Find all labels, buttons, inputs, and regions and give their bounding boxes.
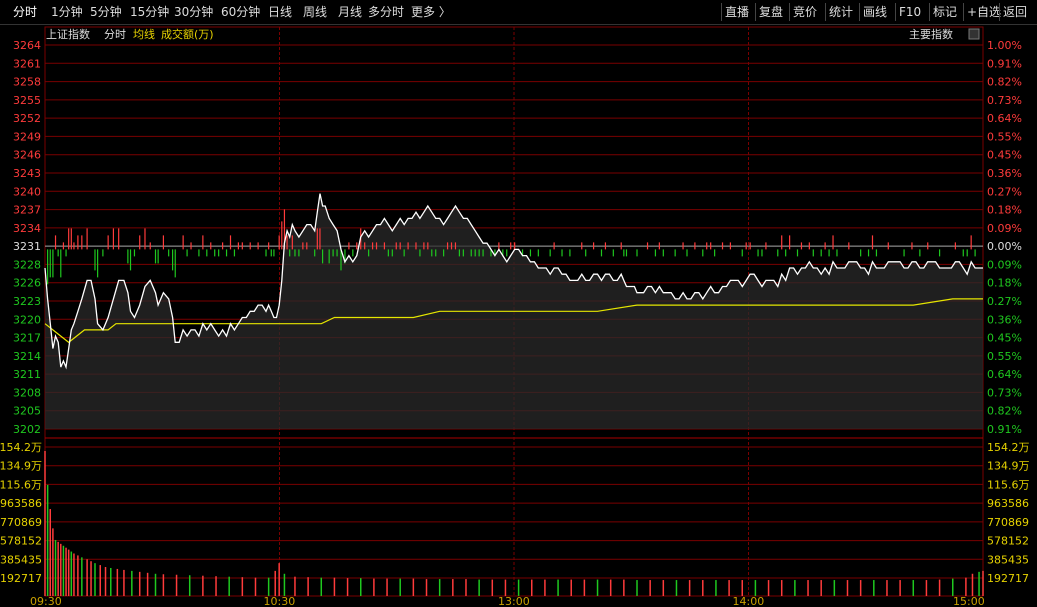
volume-tick-label: 770869	[0, 516, 42, 529]
pct-tick-label: 0.00%	[987, 240, 1022, 253]
main-index-label: 主要指数	[909, 27, 953, 41]
pct-tick-label: 0.82%	[987, 405, 1022, 418]
price-tick-label: 3205	[13, 405, 41, 418]
time-tick-label: 15:00	[953, 595, 985, 607]
volume-label: 成交额(万)	[161, 27, 214, 41]
volume-tick-label: 963586	[0, 497, 42, 510]
pct-tick-label: 0.45%	[987, 149, 1022, 162]
price-tick-label: 3231	[13, 240, 41, 253]
pct-tick-label: 0.36%	[987, 167, 1022, 180]
pct-tick-label: 0.09%	[987, 258, 1022, 271]
pct-tick-label: 0.45%	[987, 332, 1022, 345]
price-tick-label: 3208	[13, 386, 41, 399]
pct-tick-label: 0.91%	[987, 57, 1022, 70]
time-tick-label: 10:30	[264, 595, 296, 607]
volume-tick-label: 385435	[0, 553, 42, 566]
pct-tick-label: 0.27%	[987, 295, 1022, 308]
pct-tick-label: 0.73%	[987, 386, 1022, 399]
volume-tick-label-right: 154.2万	[987, 441, 1030, 454]
price-tick-label: 3249	[13, 130, 41, 143]
pct-tick-label: 0.55%	[987, 130, 1022, 143]
price-tick-label: 3258	[13, 76, 41, 89]
price-tick-label: 3240	[13, 185, 41, 198]
volume-tick-label: 578152	[0, 535, 42, 548]
pct-tick-label: 0.64%	[987, 368, 1022, 381]
volume-tick-label-right: 770869	[987, 516, 1029, 529]
volume-tick-label: 115.6万	[0, 478, 42, 491]
price-tick-label: 3223	[13, 295, 41, 308]
price-tick-label: 3264	[13, 39, 41, 52]
pct-tick-label: 0.82%	[987, 76, 1022, 89]
pct-tick-label: 0.09%	[987, 222, 1022, 235]
volume-tick-label-right: 963586	[987, 497, 1029, 510]
pct-tick-label: 1.00%	[987, 39, 1022, 52]
volume-tick-label: 192717	[0, 572, 42, 585]
index-name: 上证指数	[46, 27, 90, 41]
pct-tick-label: 0.64%	[987, 112, 1022, 125]
main-index-toggle	[968, 28, 980, 40]
pct-tick-label: 0.18%	[987, 277, 1022, 290]
price-tick-label: 3217	[13, 332, 41, 345]
price-tick-label: 3234	[13, 222, 41, 235]
price-tick-label: 3226	[13, 277, 41, 290]
price-tick-label: 3243	[13, 167, 41, 180]
price-tick-label: 3255	[13, 94, 41, 107]
price-tick-label: 3202	[13, 423, 41, 436]
volume-tick-label-right: 385435	[987, 553, 1029, 566]
avg-label: 均线	[133, 27, 155, 41]
mode-label: 分时	[104, 28, 126, 41]
price-tick-label: 3246	[13, 149, 41, 162]
volume-tick-label-right: 192717	[987, 572, 1029, 585]
pct-tick-label: 0.73%	[987, 94, 1022, 107]
pct-tick-label: 0.91%	[987, 423, 1022, 436]
price-tick-label: 3261	[13, 57, 41, 70]
price-tick-label: 3220	[13, 313, 41, 326]
time-tick-label: 09:30	[30, 595, 62, 607]
volume-tick-label: 154.2万	[0, 441, 42, 454]
pct-tick-label: 0.27%	[987, 185, 1022, 198]
volume-tick-label-right: 578152	[987, 535, 1029, 548]
time-tick-label: 14:00	[733, 595, 765, 607]
intraday-chart: 上证指数 分时 均线 成交额(万) 主要指数 3264 1.00% 3261 0.91% 3258…	[0, 26, 1030, 607]
pct-tick-label: 0.36%	[987, 313, 1022, 326]
pct-tick-label: 0.55%	[987, 350, 1022, 363]
price-tick-label: 3252	[13, 112, 41, 125]
price-tick-label: 3211	[13, 368, 41, 381]
volume-tick-label-right: 115.6万	[987, 478, 1030, 491]
pct-tick-label: 0.18%	[987, 204, 1022, 217]
time-tick-label: 13:00	[498, 595, 530, 607]
price-tick-label: 3237	[13, 204, 41, 217]
price-tick-label: 3214	[13, 350, 41, 363]
price-tick-label: 3228	[13, 258, 41, 271]
volume-tick-label-right: 134.9万	[987, 460, 1030, 473]
volume-tick-label: 134.9万	[0, 460, 42, 473]
